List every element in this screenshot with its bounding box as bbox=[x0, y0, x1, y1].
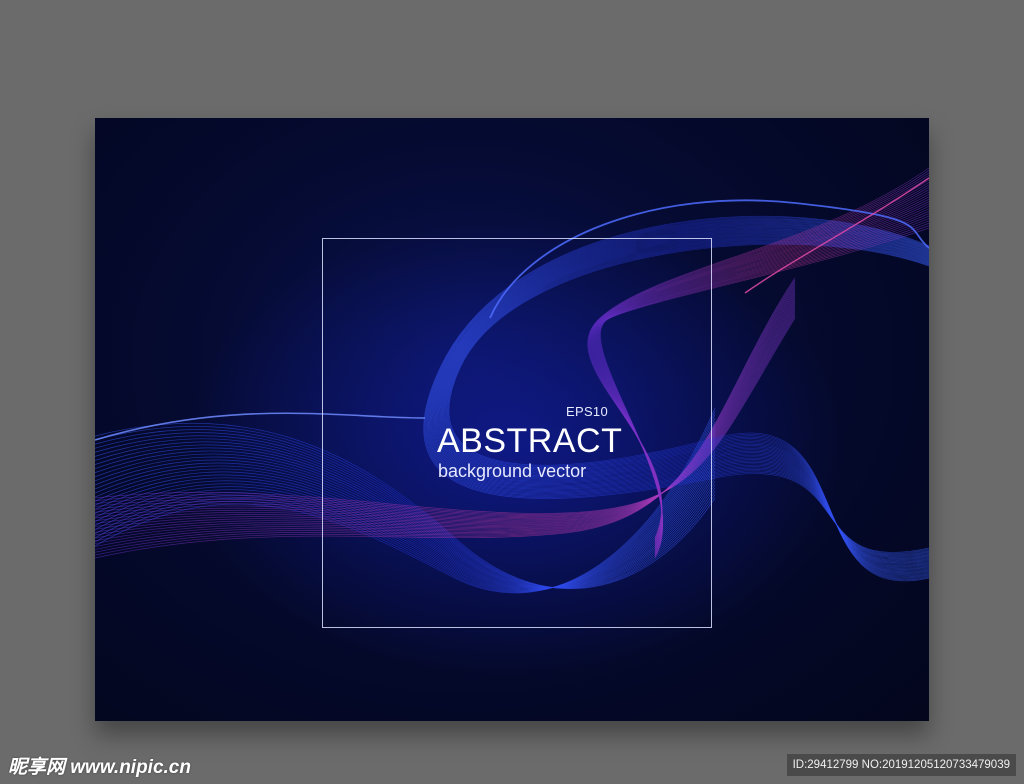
eps-label: EPS10 bbox=[566, 404, 608, 419]
artwork-title: ABSTRACT bbox=[437, 422, 623, 460]
image-id-watermark: ID:29412799 NO:20191205120733479039 bbox=[786, 754, 1016, 776]
artwork-subtitle: background vector bbox=[438, 461, 587, 481]
site-logo-watermark: 昵享网 www.nipic.cn bbox=[8, 757, 191, 778]
abstract-artwork-card: EPS10 ABSTRACT background vector bbox=[95, 118, 929, 721]
